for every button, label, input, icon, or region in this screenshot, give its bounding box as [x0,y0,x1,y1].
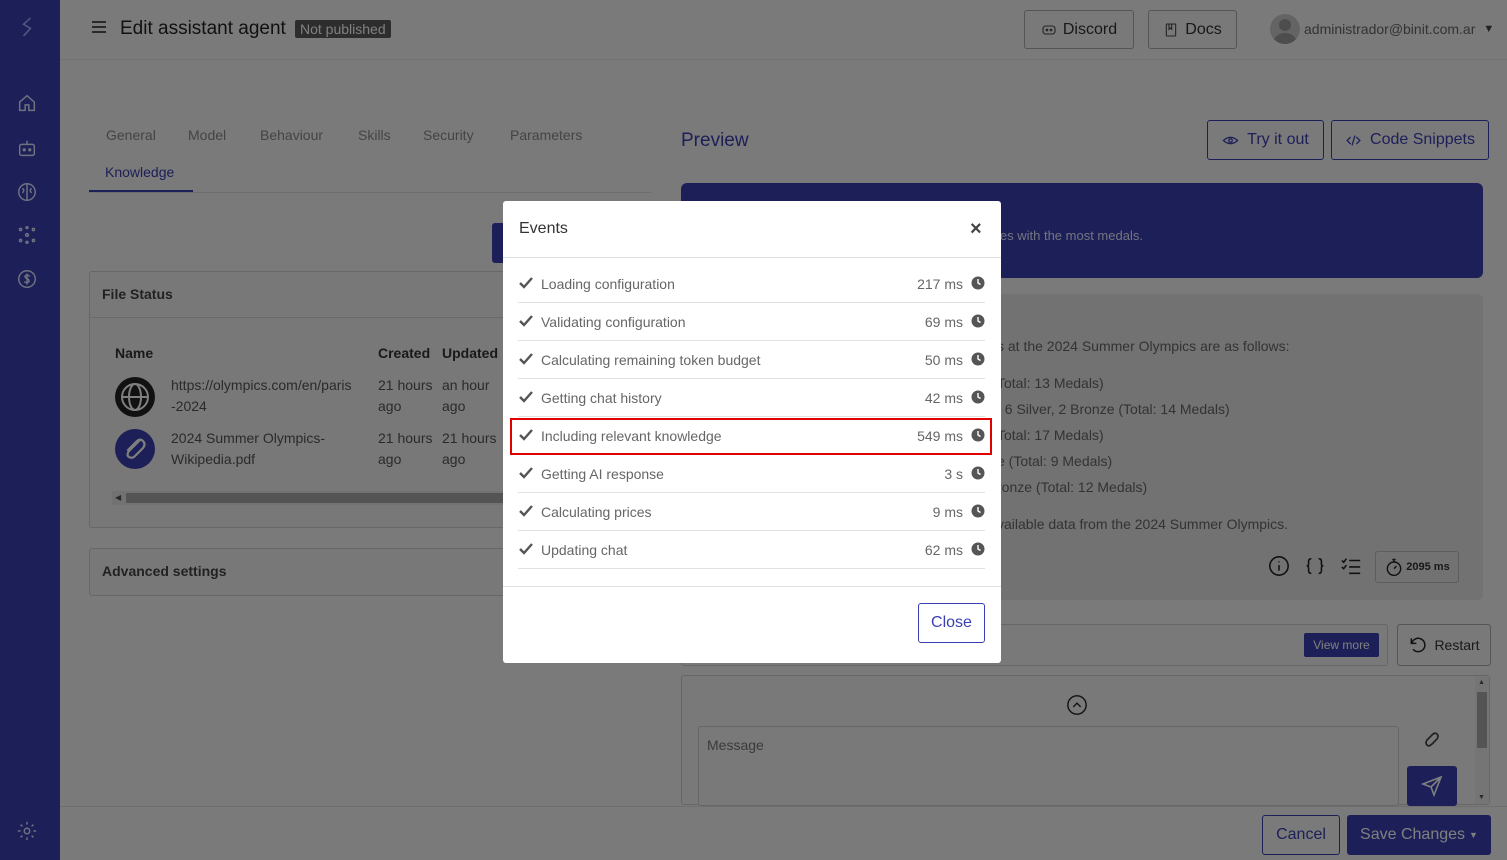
clock-icon[interactable] [971,314,985,328]
event-row: Calculating remaining token budget 50 ms [518,341,985,379]
event-duration: 62 ms [924,542,963,558]
clock-icon[interactable] [971,466,985,480]
check-icon [519,466,533,479]
clock-icon[interactable] [971,390,985,404]
event-row: Validating configuration 69 ms [518,303,985,341]
modal-title: Events [519,220,568,237]
clock-icon[interactable] [971,352,985,366]
event-row: Getting chat history 42 ms [518,379,985,417]
close-icon[interactable]: × [970,219,982,239]
event-row: Loading configuration 217 ms [518,265,985,303]
check-icon [519,504,533,517]
event-row: Getting AI response 3 s [518,455,985,493]
event-row: Updating chat 62 ms [518,531,985,569]
event-label: Validating configuration [541,314,686,330]
modal-footer-divider [503,586,1001,587]
event-label: Loading configuration [541,276,675,292]
clock-icon[interactable] [971,504,985,518]
event-label: Updating chat [541,542,628,558]
check-icon [519,352,533,365]
event-label: Calculating prices [541,504,652,520]
check-icon [519,390,533,403]
event-label: Getting AI response [541,466,664,482]
highlight-box [510,418,992,455]
event-duration: 69 ms [924,314,963,330]
event-duration: 50 ms [924,352,963,368]
clock-icon[interactable] [971,542,985,556]
check-icon [519,276,533,289]
event-label: Getting chat history [541,390,662,406]
event-duration: 217 ms [917,276,963,292]
event-row: Calculating prices 9 ms [518,493,985,531]
event-duration: 3 s [944,466,963,482]
close-button[interactable]: Close [918,603,985,643]
event-duration: 9 ms [932,504,963,520]
event-duration: 42 ms [924,390,963,406]
modal-header: Events × [503,201,1001,258]
clock-icon[interactable] [971,276,985,290]
check-icon [519,542,533,555]
check-icon [519,314,533,327]
event-label: Calculating remaining token budget [541,352,761,368]
